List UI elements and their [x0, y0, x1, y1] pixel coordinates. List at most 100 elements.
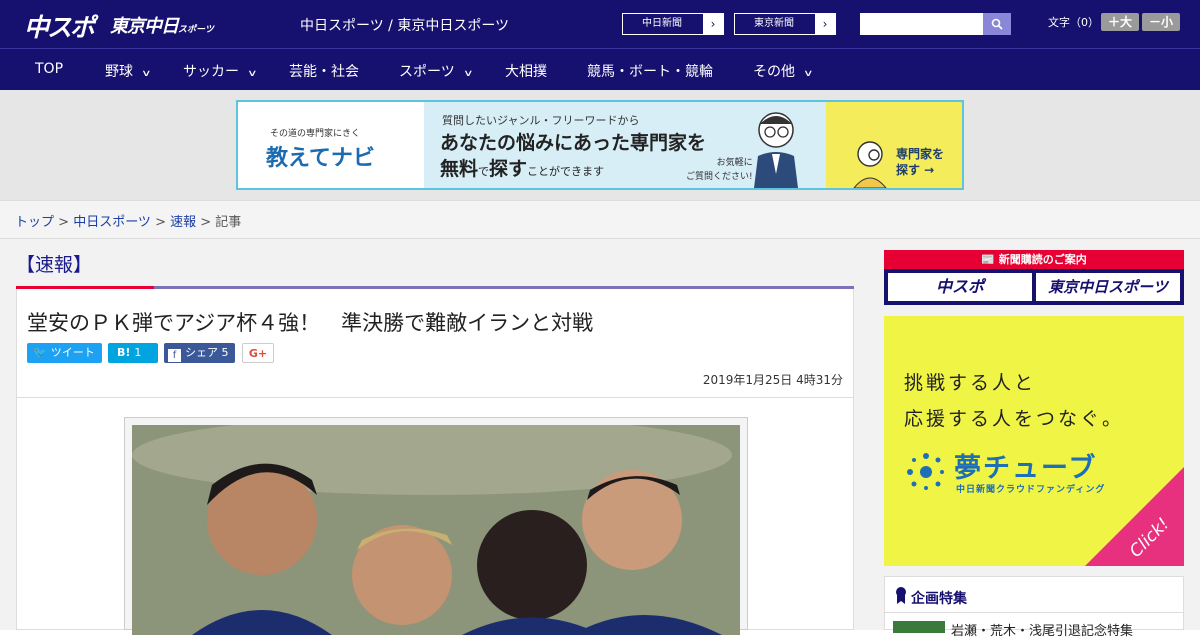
ad-line3-d: ことができます [527, 165, 605, 178]
breadcrumb: トップ > 中日スポーツ > 速報 > 記事 [15, 211, 241, 230]
nav-item-label: 競馬・ボート・競輪 [587, 64, 713, 80]
chevron-down-icon: ∨ [141, 69, 152, 79]
subscribe-tokyo-button[interactable]: 東京中日スポーツ [1036, 273, 1180, 301]
tokyo-logo-small-text: スポーツ [178, 25, 214, 35]
chevron-down-icon: ∨ [247, 69, 258, 79]
chevron-down-icon: ∨ [462, 69, 474, 79]
tweet-button[interactable]: 🐦 ツイート [27, 343, 102, 363]
nav-item-label: 野球 [105, 64, 133, 80]
breadcrumb-sep: > [54, 215, 74, 230]
nav-item-other[interactable]: その他 ∨ [753, 61, 814, 81]
yume-sub: 中日新聞クラウドファンディング [956, 485, 1106, 495]
subscribe-chuspo-button[interactable]: 中スポ [888, 273, 1032, 301]
search-input[interactable] [860, 13, 983, 35]
facebook-count: 5 [221, 346, 229, 359]
feature-header: 企画特集 [885, 577, 1183, 613]
ad-tagline: その道の専門家にきく [270, 129, 361, 139]
facebook-icon: f [168, 349, 181, 362]
chevron-down-icon: ∨ [803, 69, 814, 79]
article-headline: 堂安のＰＫ弾でアジア杯４強！ 準決勝で難敵イランと対戦 [27, 311, 594, 335]
feature-item-thumbnail[interactable] [893, 621, 945, 633]
article-category: 【速報】 [16, 254, 93, 276]
font-bigger-button[interactable]: ＋大 [1101, 13, 1139, 31]
breadcrumb-sep: > [150, 215, 171, 230]
ad-right-panel: 専門家を探す → [826, 102, 962, 188]
ad-line1: 質問したいジャンル・フリーワードから [442, 114, 640, 127]
article-photo-frame [124, 417, 748, 635]
breadcrumb-breaking[interactable]: 速報 [170, 215, 196, 230]
nav-item-sumo[interactable]: 大相撲 [505, 61, 547, 81]
facebook-label: シェア [185, 346, 218, 359]
tokyo-shimbun-link[interactable]: 東京新聞 › [734, 13, 836, 35]
oshiete-navi-ad[interactable]: その道の専門家にきく 教えてナビ 質問したいジャンル・フリーワードから あなたの… [236, 100, 964, 190]
chunichi-shimbun-label: 中日新聞 [642, 18, 682, 29]
chevron-right-icon: › [703, 14, 723, 34]
subscription-box: 📰 新聞購読のご案内 中スポ 東京中日スポーツ [884, 250, 1184, 305]
yume-line2: 応援する人をつなぐ。 [904, 408, 1125, 430]
yume-tube-ad[interactable]: 挑戦する人と 応援する人をつなぐ。 夢チューブ 中日新聞クラウドファンディング … [884, 316, 1184, 566]
breadcrumb-sep: > [196, 215, 216, 230]
hatena-bookmark-button[interactable]: B! 1 [108, 343, 158, 363]
players-photo-icon [132, 425, 740, 635]
ribbon-icon [896, 587, 906, 604]
nav-item-label: その他 [753, 64, 795, 80]
hatena-count: 1 [134, 346, 142, 359]
google-plus-icon: G+ [248, 347, 268, 360]
tokyo-chunichi-logo[interactable]: 東京中日スポーツ [110, 12, 214, 38]
tweet-label: ツイート [50, 346, 95, 359]
feature-box: 企画特集 岩瀬・荒木・浅尾引退記念特集 [884, 576, 1184, 639]
ad-mid-panel: 質問したいジャンル・フリーワードから あなたの悩みにあった専門家を 無料で探すこ… [424, 102, 826, 188]
nav-item-sports[interactable]: スポーツ ∨ [399, 61, 474, 81]
ad-cta2: 探す → [896, 163, 935, 177]
nav-item-label: スポーツ [399, 64, 455, 80]
search-icon [991, 18, 1003, 30]
yume-brand: 夢チューブ [954, 453, 1098, 484]
ad-line3-b: で [478, 165, 490, 178]
tokyo-logo-text: 東京中日 [110, 16, 179, 37]
nav-item-soccer[interactable]: サッカー ∨ [183, 61, 258, 81]
ad-line3-c: 探す [489, 158, 528, 180]
chuspo-logo[interactable]: 中スポ [24, 8, 95, 44]
nav-item-label: サッカー [183, 64, 239, 80]
site-links[interactable]: 中日スポーツ / 東京中日スポーツ [300, 15, 509, 35]
facebook-share-button[interactable]: f シェア 5 [164, 343, 235, 363]
ad-cta1: 専門家を [896, 147, 945, 161]
nav-item-label: 大相撲 [505, 64, 547, 80]
banner-area: その道の専門家にきく 教えてナビ 質問したいジャンル・フリーワードから あなたの… [0, 90, 1200, 200]
ad-brand: 教えてナビ [266, 146, 375, 171]
tokyo-shimbun-label: 東京新聞 [754, 18, 794, 29]
chunichi-shimbun-link[interactable]: 中日新聞 › [622, 13, 724, 35]
article-date: 2019年1月25日 4時31分 [702, 373, 843, 387]
twitter-icon: 🐦 [33, 346, 47, 359]
site-links-text[interactable]: 中日スポーツ / 東京中日スポーツ [300, 18, 509, 34]
article-divider [17, 397, 853, 398]
font-smaller-button[interactable]: －小 [1142, 13, 1180, 31]
dots-logo-icon [907, 453, 944, 490]
chevron-right-icon: › [815, 14, 835, 34]
magnifier-person-icon [853, 141, 887, 188]
nav-item-top[interactable]: TOP [35, 61, 63, 77]
google-plus-button[interactable]: G+ [242, 343, 274, 363]
ad-line3: 無料で探すことができます [440, 154, 604, 181]
yume-line1: 挑戦する人と [904, 372, 1037, 394]
top-header: 中スポ 東京中日スポーツ 中日スポーツ / 東京中日スポーツ 中日新聞 › 東京… [0, 0, 1200, 48]
ad-cta: 専門家を探す → [896, 146, 944, 178]
article-photo[interactable] [132, 425, 740, 635]
ad-left-panel: その道の専門家にきく 教えてナビ [238, 102, 424, 188]
expert-illustration-icon [754, 112, 798, 188]
nav-item-baseball[interactable]: 野球 ∨ [105, 61, 152, 81]
breadcrumb-current: 記事 [215, 215, 242, 230]
breadcrumb-top[interactable]: トップ [15, 215, 54, 230]
hatena-icon: B! [117, 346, 131, 359]
feature-title: 企画特集 [911, 591, 967, 607]
nav-item-racing[interactable]: 競馬・ボート・競輪 [587, 61, 713, 81]
nav-item-label: TOP [35, 61, 64, 77]
newspaper-icon: 📰 [981, 253, 999, 266]
breadcrumb-bar: トップ > 中日スポーツ > 速報 > 記事 [0, 200, 1200, 239]
search-button[interactable] [983, 13, 1011, 35]
main-nav: TOP 野球 ∨ サッカー ∨ 芸能・社会 スポーツ ∨ 大相撲 競馬・ボート・競輪 … [0, 48, 1200, 90]
ad-line2: あなたの悩みにあった専門家を [440, 132, 707, 154]
ad-line3-a: 無料 [440, 158, 479, 180]
nav-item-entertainment[interactable]: 芸能・社会 [289, 61, 359, 81]
breadcrumb-chunichi-sports[interactable]: 中日スポーツ [73, 215, 151, 230]
